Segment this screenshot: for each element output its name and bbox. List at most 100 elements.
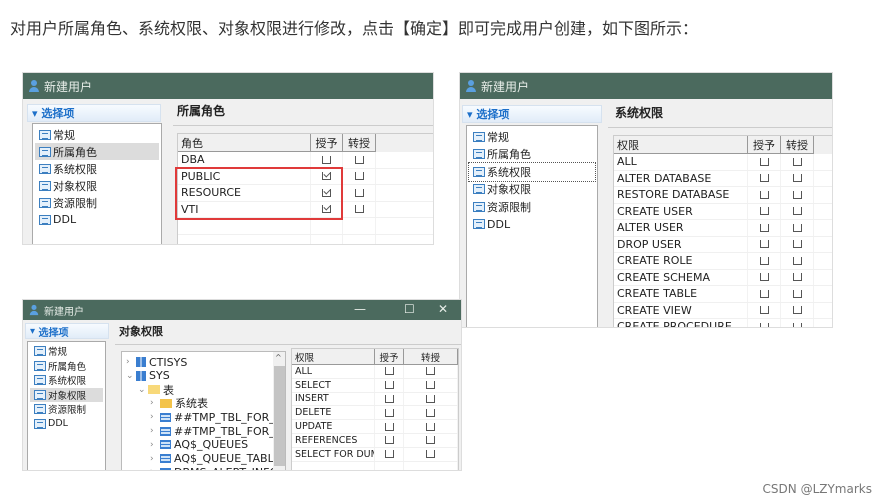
tree-node[interactable]: › DBMS_ALERT_INFO [150,465,278,470]
options-header-label: 选择项 [38,327,69,339]
tree-node[interactable]: › CTISYS [126,355,187,369]
nav-item[interactable]: 资源限制 [30,402,103,417]
regrant-checkbox[interactable] [426,408,435,417]
user-icon [466,80,476,92]
nav-item[interactable]: 系统权限 [30,373,103,388]
regrant-checkbox[interactable] [792,190,802,199]
regrant-checkbox[interactable] [354,155,364,164]
column-header[interactable]: 转授 [404,349,458,365]
regrant-checkbox[interactable] [792,256,802,265]
nav-item[interactable]: DDL [469,216,595,234]
grant-checkbox[interactable] [759,240,769,249]
tree-node[interactable]: › AQ$_QUEUES [150,438,248,452]
column-header[interactable]: 授予 [748,136,781,154]
grant-checkbox[interactable] [384,381,394,390]
grant-checkbox[interactable] [384,394,394,403]
column-header[interactable]: 转授 [343,134,376,152]
regrant-checkbox[interactable] [792,273,802,282]
column-header[interactable]: 权限 [292,349,375,365]
regrant-checkbox[interactable] [354,188,364,197]
tree-node[interactable]: › ##TMP_TBL_FOR_DBMS [150,410,285,424]
grant-checkbox[interactable] [759,223,769,232]
regrant-checkbox[interactable] [792,157,802,166]
tree-node[interactable]: ⌄ 表 [138,383,174,397]
chevron-right-icon[interactable]: › [150,440,160,450]
scrollbar-thumb[interactable] [274,366,285,466]
nav-item[interactable]: 对象权限 [35,177,159,194]
tree-node[interactable]: › AQ$_QUEUE_TABLES [150,452,285,466]
column-header[interactable]: 授予 [375,349,404,365]
regrant-checkbox[interactable] [792,289,802,298]
options-header[interactable]: ▾ 选择项 [25,323,109,339]
options-header[interactable]: ▾ 选择项 [462,105,602,123]
grant-checkbox[interactable] [759,157,769,166]
options-header[interactable]: ▾ 选择项 [27,104,161,122]
nav-item[interactable]: 常规 [30,344,103,359]
regrant-checkbox[interactable] [426,381,435,390]
regrant-checkbox[interactable] [426,367,435,376]
column-header[interactable]: 转授 [781,136,814,154]
nav-item[interactable]: 所属角色 [35,143,159,160]
nav-item[interactable]: 系统权限 [468,162,596,182]
grant-checkbox[interactable] [759,273,769,282]
tree-node[interactable]: ⌄ SYS [126,369,170,383]
grant-checkbox[interactable] [384,450,394,459]
grant-checkbox[interactable] [322,155,331,164]
nav-item[interactable]: 系统权限 [35,160,159,177]
nav-item[interactable]: 所属角色 [469,146,595,164]
nav-item[interactable]: DDL [35,211,159,228]
minimize-button[interactable]: — [354,302,366,316]
regrant-checkbox[interactable] [354,205,364,214]
chevron-down-icon[interactable]: ⌄ [138,385,148,395]
chevron-down-icon[interactable]: ⌄ [126,371,136,381]
regrant-checkbox[interactable] [792,322,802,327]
close-button[interactable]: ✕ [438,302,448,316]
regrant-checkbox[interactable] [792,306,802,315]
regrant-checkbox[interactable] [426,394,435,403]
regrant-checkbox[interactable] [792,240,802,249]
tree-node[interactable]: › ##TMP_TBL_FOR_DBMS [150,424,285,438]
regrant-cell [781,319,814,327]
regrant-checkbox[interactable] [426,422,435,431]
column-header[interactable]: 角色 [178,134,311,152]
nav-item[interactable]: 对象权限 [469,181,595,199]
regrant-checkbox[interactable] [792,223,802,232]
chevron-right-icon[interactable]: › [150,412,160,422]
nav-item[interactable]: 常规 [469,128,595,146]
grant-checkbox[interactable] [384,408,394,417]
nav-item[interactable]: 资源限制 [35,194,159,211]
grant-checkbox[interactable] [384,422,394,431]
maximize-button[interactable]: ☐ [404,302,415,316]
tree-scrollbar[interactable]: ^ [273,352,285,470]
nav-item[interactable]: 资源限制 [469,198,595,216]
chevron-right-icon[interactable]: › [150,426,160,436]
regrant-checkbox[interactable] [354,172,364,181]
grant-checkbox[interactable] [384,367,394,376]
regrant-checkbox[interactable] [426,436,435,445]
chevron-right-icon[interactable]: › [150,398,160,408]
chevron-right-icon[interactable]: › [150,454,160,464]
chevron-right-icon[interactable]: › [126,357,136,367]
grant-checkbox[interactable] [759,207,769,216]
list-icon [34,418,46,429]
regrant-checkbox[interactable] [792,174,802,183]
nav-item[interactable]: DDL [30,417,103,432]
nav-item[interactable]: 常规 [35,126,159,143]
nav-item[interactable]: 对象权限 [30,387,103,402]
nav-item[interactable]: 所属角色 [30,359,103,374]
grant-checkbox[interactable] [759,306,769,315]
grant-checkbox[interactable] [384,436,394,445]
grant-checkbox[interactable] [759,289,769,298]
column-header[interactable]: 授予 [311,134,343,152]
grant-checkbox[interactable] [759,190,769,199]
table-row: CREATE VIEW [614,302,832,319]
regrant-checkbox[interactable] [426,450,435,459]
grant-checkbox[interactable] [759,256,769,265]
tree-node[interactable]: › 系统表 [150,396,208,410]
grant-checkbox[interactable] [759,322,769,327]
grant-checkbox[interactable] [759,174,769,183]
regrant-checkbox[interactable] [792,207,802,216]
column-header[interactable]: 权限 [614,136,748,154]
tree-node-label: CTISYS [149,355,188,369]
chevron-right-icon[interactable]: › [150,467,160,470]
